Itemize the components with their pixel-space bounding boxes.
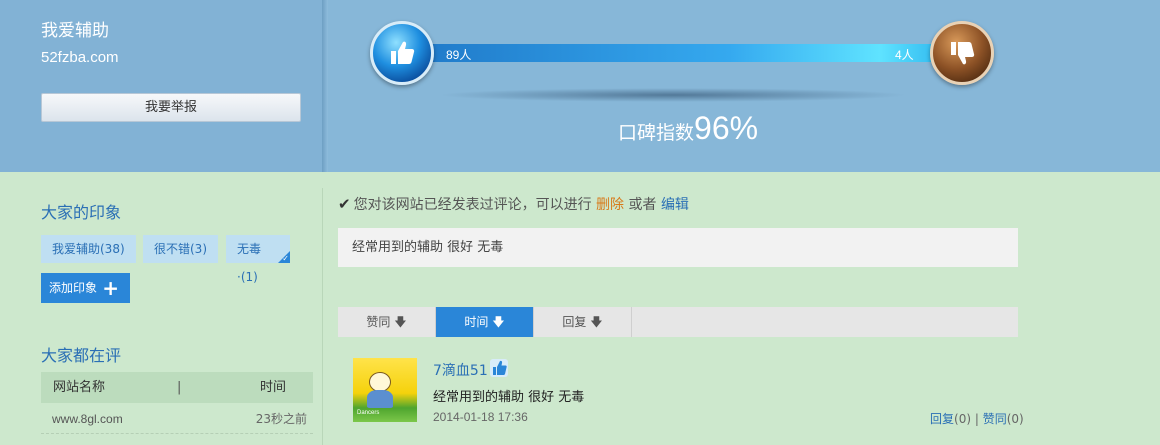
col-site-name: 网站名称 — [53, 380, 106, 395]
col-separator: | — [177, 380, 182, 395]
impression-tag-selected[interactable]: 无毒·(1) ✓ — [226, 235, 290, 284]
sort-arrow-icon: 🡇 — [492, 315, 505, 329]
site-domain: 52fzba.com — [41, 49, 119, 66]
agree-count: (0) — [1006, 412, 1024, 426]
sort-arrow-icon: 🡇 — [394, 315, 407, 329]
left-sidebar: 大家的印象 我爱辅助(38) 很不错(3) 无毒·(1) ✓ 添加印象 + 大家… — [0, 172, 322, 445]
edit-link[interactable]: 编辑 — [661, 197, 689, 213]
recent-reviews-title: 大家都在评 — [41, 346, 122, 365]
tab-label: 回复 — [562, 315, 587, 329]
tab-label: 时间 — [464, 315, 489, 329]
site-name: 我爱辅助 — [41, 21, 109, 41]
row-time: 23秒之前 — [255, 412, 307, 426]
table-row[interactable]: www.8gl.com 23秒之前 — [41, 408, 313, 434]
notice-or: 或者 — [628, 197, 657, 213]
notice-text: 您对该网站已经发表过评论，可以进行 — [353, 197, 592, 213]
check-icon: ✔ — [338, 195, 351, 213]
delete-link[interactable]: 删除 — [596, 197, 624, 213]
vote-bar-shadow — [438, 88, 908, 102]
impression-tag-label: 我爱辅助(38) — [52, 242, 125, 256]
check-icon: ✓ — [282, 254, 289, 263]
dislike-count: 4人 — [895, 48, 914, 62]
rating-label: 口碑指数 — [618, 122, 695, 144]
tab-label: 赞同 — [366, 315, 391, 329]
site-header: 我爱辅助 52fzba.com 我要举报 89人 4人 口碑指数96% — [0, 0, 1160, 172]
comment-username[interactable]: 7滴血51 — [433, 360, 488, 380]
add-impression-button[interactable]: 添加印象 + — [41, 273, 130, 303]
sort-arrow-icon: 🡇 — [590, 315, 603, 329]
vote-bar — [408, 44, 968, 62]
thumbs-down-icon — [951, 42, 975, 65]
impressions-title: 大家的印象 — [41, 203, 122, 222]
site-info-panel: 我爱辅助 52fzba.com 我要举报 — [0, 0, 322, 172]
tab-sort-reply[interactable]: 回复 🡇 — [534, 307, 632, 337]
reply-link[interactable]: 回复 — [930, 412, 954, 426]
review-notice: ✔ 您对该网站已经发表过评论，可以进行 删除 或者 编辑 — [338, 194, 689, 214]
avatar-text: Dancers — [357, 410, 380, 416]
add-impression-label: 添加印象 — [49, 281, 98, 295]
avatar-face — [369, 372, 391, 392]
action-separator: | — [974, 412, 979, 426]
tab-sort-agree[interactable]: 赞同 🡇 — [338, 307, 436, 337]
dislike-button[interactable] — [930, 21, 994, 85]
sort-tabs: 赞同 🡇 时间 🡇 回复 🡇 — [338, 307, 1018, 337]
like-bar-fill — [408, 44, 944, 62]
avatar[interactable]: Dancers — [353, 358, 417, 422]
avatar-body — [367, 390, 393, 408]
impression-tag[interactable]: 我爱辅助(38) — [41, 235, 136, 263]
rating-value: 96% — [694, 110, 759, 146]
vote-meter: 89人 4人 口碑指数96% — [328, 0, 1160, 172]
recent-table-header: 网站名称 | 时间 — [41, 372, 313, 403]
like-count: 89人 — [446, 48, 472, 62]
comment-text: 经常用到的辅助 很好 无毒 — [433, 390, 585, 405]
my-review-box: 经常用到的辅助 很好 无毒 — [338, 228, 1018, 267]
reply-count: (0) — [954, 412, 972, 426]
column-divider — [322, 188, 323, 445]
col-time: 时间 — [260, 380, 287, 395]
impression-tag-label: 无毒·(1) — [237, 242, 262, 284]
reputation-index: 口碑指数96% — [618, 110, 758, 147]
thumbs-up-icon — [391, 41, 415, 64]
like-button[interactable] — [370, 21, 434, 85]
comment-date: 2014-01-18 17:36 — [433, 410, 528, 424]
report-button[interactable]: 我要举报 — [41, 93, 301, 122]
thumbs-up-icon — [490, 359, 508, 377]
plus-icon: + — [102, 276, 119, 300]
tab-sort-time[interactable]: 时间 🡇 — [436, 307, 534, 337]
impression-tag[interactable]: 很不错(3) — [143, 235, 218, 263]
comment-actions: 回复(0) | 赞同(0) — [930, 410, 1024, 427]
agree-link[interactable]: 赞同 — [983, 412, 1007, 426]
row-site[interactable]: www.8gl.com — [52, 408, 123, 430]
impression-tag-label: 很不错(3) — [154, 242, 207, 256]
